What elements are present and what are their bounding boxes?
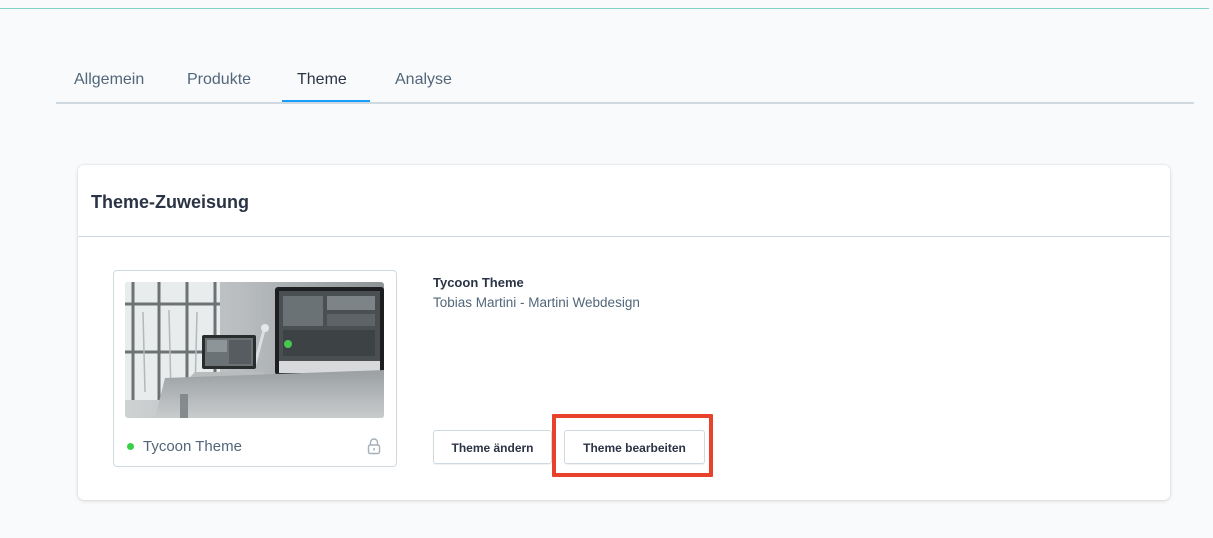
change-theme-button[interactable]: Theme ändern xyxy=(433,430,552,464)
active-tab-indicator xyxy=(282,100,370,102)
tab-produkte[interactable]: Produkte xyxy=(187,67,251,102)
tab-analyse[interactable]: Analyse xyxy=(395,67,452,102)
theme-assignment-card: Theme-Zuweisung Tycoon Theme Tycoon Them… xyxy=(78,165,1170,500)
page: Allgemein Produkte Theme Analyse Theme-Z… xyxy=(0,0,1213,538)
theme-preview-label: Tycoon Theme xyxy=(143,438,242,455)
tab-bar: Allgemein Produkte Theme Analyse xyxy=(56,60,1194,104)
top-divider xyxy=(0,8,1209,9)
theme-author: Tobias Martini - Martini Webdesign xyxy=(433,295,640,310)
tab-allgemein[interactable]: Allgemein xyxy=(74,67,144,102)
theme-name: Tycoon Theme xyxy=(433,275,524,290)
card-header: Theme-Zuweisung xyxy=(78,165,1170,237)
tab-theme[interactable]: Theme xyxy=(297,67,347,102)
card-title: Theme-Zuweisung xyxy=(91,192,250,212)
theme-preview-image xyxy=(125,282,384,418)
status-dot-icon xyxy=(127,443,134,450)
lock-icon xyxy=(367,437,381,455)
theme-preview-card[interactable]: Tycoon Theme xyxy=(113,270,397,467)
edit-theme-button[interactable]: Theme bearbeiten xyxy=(564,430,705,464)
theme-preview-footer: Tycoon Theme xyxy=(114,429,396,466)
